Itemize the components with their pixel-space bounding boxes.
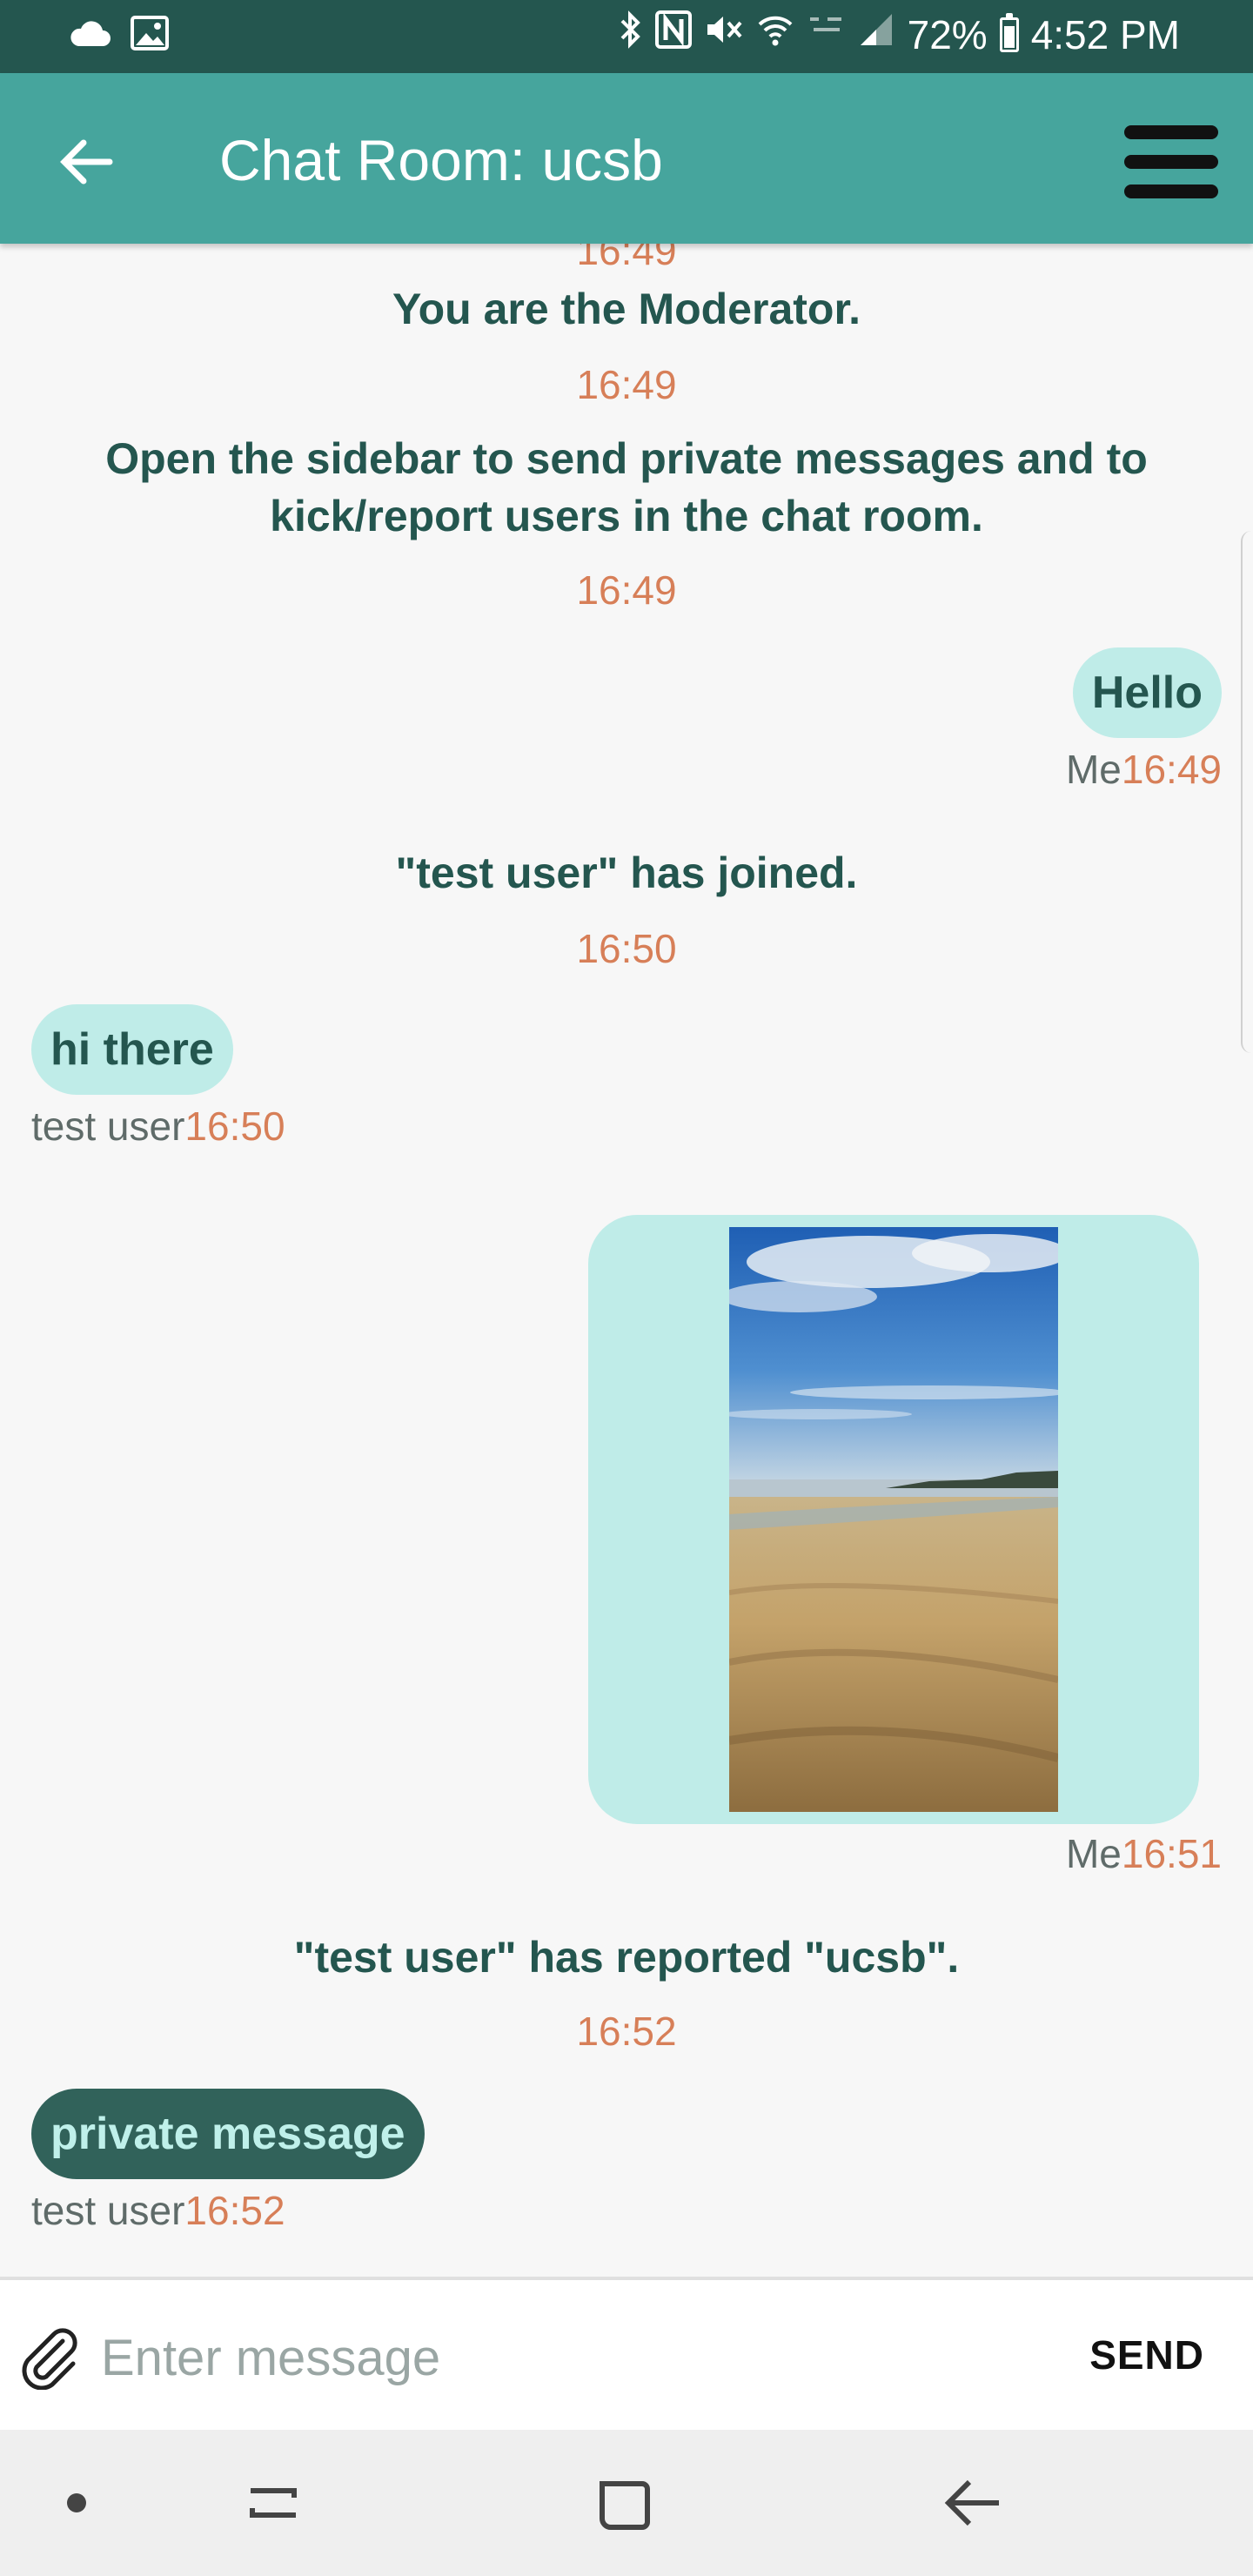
- mute-icon: [704, 10, 744, 58]
- nav-dot-button[interactable]: [33, 2459, 120, 2546]
- battery-percent: 72%: [907, 11, 988, 57]
- message-sender: test user: [31, 1104, 185, 1149]
- message-time: 16:50: [184, 1104, 285, 1149]
- system-message-sidebar: Open the sidebar to send private message…: [105, 434, 1148, 540]
- page-title: Chat Room: ucsb: [219, 128, 663, 192]
- message-time: 16:49: [576, 362, 677, 407]
- app-bar: Chat Room: ucsb: [0, 73, 1253, 244]
- system-message-joined: "test user" has joined.: [395, 849, 858, 897]
- message-composer: SEND: [0, 2277, 1253, 2430]
- message-sender: Me: [1065, 1831, 1122, 1876]
- menu-icon: [1124, 125, 1218, 139]
- nav-back-button[interactable]: [929, 2459, 1016, 2546]
- recents-button[interactable]: [230, 2459, 317, 2546]
- message-meta: Me16:49: [1066, 745, 1222, 794]
- message-time: 16:51: [1121, 1831, 1222, 1876]
- message-time: 16:49: [1121, 747, 1222, 792]
- chat-messages[interactable]: 16:49 You are the Moderator. 16:49 Open …: [0, 244, 1253, 2277]
- paperclip-icon: [22, 2328, 77, 2391]
- menu-icon-bar: [1124, 184, 1218, 198]
- system-message-reported: "test user" has reported "ucsb".: [293, 1933, 960, 1982]
- status-bar: 72% 4:52 PM: [0, 0, 1253, 73]
- battery-icon: [999, 12, 1019, 52]
- attach-button[interactable]: [17, 2324, 84, 2391]
- lte-icon: [807, 12, 845, 57]
- message-time: 16:52: [184, 2188, 285, 2233]
- wifi-icon: [756, 10, 794, 58]
- home-button[interactable]: [580, 2459, 667, 2546]
- message-bubble-hi-there[interactable]: hi there: [31, 1004, 233, 1095]
- message-input[interactable]: [99, 2315, 973, 2400]
- bluetooth-icon: [617, 10, 643, 58]
- arrow-left-icon: [60, 139, 113, 184]
- message-time: 16:49: [576, 567, 677, 613]
- image-message-bubble[interactable]: [588, 1215, 1199, 1824]
- message-bubble-hello[interactable]: Hello: [1072, 647, 1222, 738]
- clock: 4:52 PM: [1030, 11, 1180, 57]
- back-button[interactable]: [52, 127, 122, 197]
- home-icon: [600, 2481, 650, 2530]
- system-message-moderator: You are the Moderator.: [392, 285, 861, 333]
- recents-icon: [250, 2488, 297, 2518]
- scrollbar[interactable]: [1241, 531, 1253, 1053]
- private-message-bubble[interactable]: private message: [31, 2089, 425, 2179]
- beach-photo[interactable]: [729, 1227, 1058, 1812]
- message-meta: test user16:50: [31, 1102, 285, 1150]
- message-meta: Me16:51: [1066, 1829, 1222, 1878]
- signal-icon: [857, 10, 895, 58]
- menu-button[interactable]: [1121, 122, 1222, 202]
- message-time: 16:52: [576, 2009, 677, 2054]
- image-icon: [131, 16, 169, 50]
- dot-icon: [67, 2493, 86, 2512]
- cloud-icon: [70, 21, 111, 46]
- navigation-bar: [0, 2430, 1253, 2576]
- nfc-icon: [654, 10, 692, 58]
- message-sender: test user: [31, 2188, 185, 2233]
- message-time: 16:49: [576, 244, 677, 273]
- send-button[interactable]: SEND: [1089, 2329, 1204, 2381]
- message-time: 16:50: [576, 926, 677, 971]
- message-meta: test user16:52: [31, 2186, 285, 2235]
- back-arrow-icon: [944, 2479, 999, 2526]
- menu-icon-bar: [1124, 155, 1218, 169]
- message-sender: Me: [1065, 747, 1122, 792]
